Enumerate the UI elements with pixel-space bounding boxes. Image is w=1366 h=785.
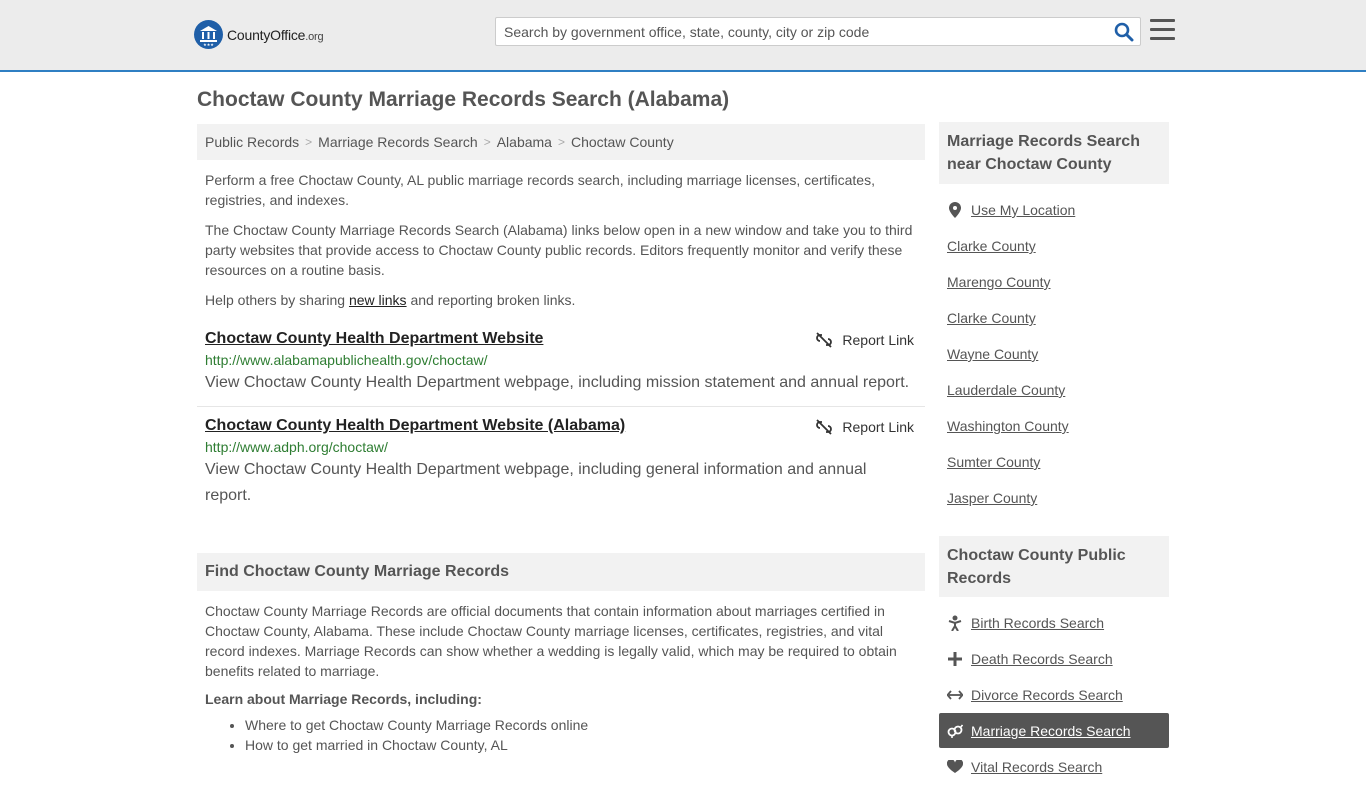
resource-link-title[interactable]: Choctaw County Health Department Website… [205,415,625,437]
nearby-list: Use My Location Clarke County Marengo Co… [947,192,1169,516]
resource-link-title[interactable]: Choctaw County Health Department Website [205,328,543,350]
use-location-item[interactable]: Use My Location [947,192,1169,228]
resource-link-item: Choctaw County Health Department Website… [197,407,925,519]
list-item: Where to get Choctaw County Marriage Rec… [245,715,925,735]
chevron-right-icon: > [483,135,491,149]
chevron-right-icon: > [305,135,313,149]
broken-link-icon [816,332,833,348]
hamburger-menu-icon[interactable] [1150,19,1175,41]
breadcrumb-marriage-records[interactable]: Marriage Records Search [318,134,478,150]
search-box [495,17,1141,46]
public-records-heading: Choctaw County Public Records [939,536,1169,597]
resource-description: View Choctaw County Health Department we… [205,461,867,504]
heartbeat-icon [947,759,963,775]
nearby-county-link[interactable]: Washington County [947,418,1069,434]
resource-link-item: Choctaw County Health Department Website… [197,320,925,407]
main-content: Perform a free Choctaw County, AL public… [197,170,925,755]
page-title: Choctaw County Marriage Records Search (… [197,88,730,111]
site-header: ★★★ CountyOffice.org [0,0,1366,72]
logo-text: CountyOffice.org [227,26,324,43]
learn-heading: Learn about Marriage Records, including: [205,691,482,707]
breadcrumb-county[interactable]: Choctaw County [571,134,674,150]
report-link-button[interactable]: Report Link [816,332,914,348]
nearby-county-link[interactable]: Jasper County [947,490,1037,506]
disclaimer-paragraph: The Choctaw County Marriage Records Sear… [205,222,913,278]
nearby-county-link[interactable]: Marengo County [947,274,1051,290]
arrows-icon [947,687,963,703]
find-records-heading: Find Choctaw County Marriage Records [197,553,925,591]
public-records-list: Birth Records Search Death Records Searc… [939,605,1169,785]
sidebar-item-birth[interactable]: Birth Records Search [947,605,1169,641]
use-location-link[interactable]: Use My Location [971,202,1075,218]
nearby-county-link[interactable]: Clarke County [947,238,1036,254]
resource-url: http://www.adph.org/choctaw/ [205,439,388,455]
resource-description: View Choctaw County Health Department we… [205,374,910,391]
site-logo[interactable]: ★★★ CountyOffice.org [194,20,324,49]
broken-link-icon [816,419,833,435]
baby-icon [947,615,963,631]
share-paragraph: Help others by sharing new links and rep… [205,292,576,308]
chevron-right-icon: > [557,135,565,149]
county-seal-icon: ★★★ [194,20,223,49]
nearby-county-link[interactable]: Clarke County [947,310,1036,326]
intro-paragraph: Perform a free Choctaw County, AL public… [205,172,875,208]
map-pin-icon [947,202,963,218]
sidebar-item-divorce[interactable]: Divorce Records Search [947,677,1169,713]
breadcrumb: Public Records > Marriage Records Search… [197,124,925,160]
marriage-icon [947,723,963,739]
find-records-body: Choctaw County Marriage Records are offi… [205,603,897,679]
nearby-county-link[interactable]: Sumter County [947,454,1040,470]
nearby-county-link[interactable]: Lauderdale County [947,382,1065,398]
search-icon[interactable] [1114,22,1134,42]
svg-text:★★★: ★★★ [203,42,214,47]
sidebar-item-vital[interactable]: Vital Records Search [947,749,1169,785]
nearby-county-link[interactable]: Wayne County [947,346,1038,362]
report-link-button[interactable]: Report Link [816,419,914,435]
breadcrumb-state[interactable]: Alabama [497,134,552,150]
sidebar-item-marriage[interactable]: Marriage Records Search [939,713,1169,749]
search-input[interactable] [496,18,1106,45]
new-links-link[interactable]: new links [349,292,407,308]
list-item: How to get married in Choctaw County, AL [245,735,925,755]
learn-list: Where to get Choctaw County Marriage Rec… [197,715,925,755]
cross-icon [947,651,963,667]
resource-url: http://www.alabamapublichealth.gov/choct… [205,352,488,368]
breadcrumb-public-records[interactable]: Public Records [205,134,299,150]
nearby-heading: Marriage Records Search near Choctaw Cou… [939,122,1169,184]
sidebar-item-death[interactable]: Death Records Search [947,641,1169,677]
